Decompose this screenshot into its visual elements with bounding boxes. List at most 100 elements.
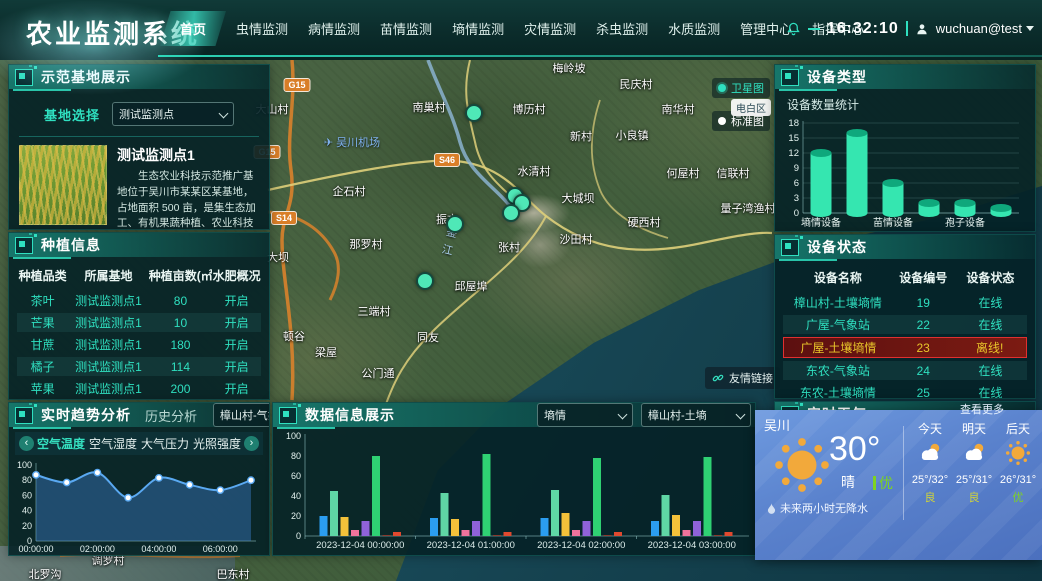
device-row[interactable]: 广屋-气象站22在线 <box>783 315 1027 334</box>
cell: 测试监测点1 <box>68 292 149 309</box>
nav-item-水质监测[interactable]: 水质监测 <box>658 11 730 46</box>
see-more-link[interactable]: 查看更多 <box>960 401 1004 417</box>
nav-right: 16:32:10 wuchuan@test <box>786 0 1034 57</box>
device-row[interactable]: 东农-土壤墒情25在线 <box>783 383 1027 399</box>
map-label-同友: 同友 <box>417 329 439 345</box>
svg-text:苗情设备: 苗情设备 <box>873 216 913 229</box>
data-bar-chart: 0204060801002023-12-04 00:00:002023-12-0… <box>277 430 751 552</box>
nav-item-杀虫监测[interactable]: 杀虫监测 <box>586 11 658 46</box>
device-row[interactable]: 樟山村-土壤墒情19在线 <box>783 293 1027 312</box>
nav-item-苗情监测[interactable]: 苗情监测 <box>370 11 442 46</box>
map-label-张村: 张村 <box>498 239 520 255</box>
planting-table: 种植品类所属基地种植亩数(㎡)水肥概况茶叶测试监测点180开启芒果测试监测点11… <box>9 257 269 398</box>
map-label-梅岭坡: 梅岭坡 <box>553 60 586 76</box>
site-marker-4[interactable] <box>502 204 520 222</box>
column-header: 设备名称 <box>783 269 893 286</box>
cell: 200 <box>149 382 212 396</box>
cell: 东农-土壤墒情 <box>783 384 893 399</box>
tab-空气温度[interactable]: 空气温度 <box>36 435 86 452</box>
cell: 25 <box>893 386 954 400</box>
nav-item-病情监测[interactable]: 病情监测 <box>298 11 370 46</box>
svg-text:6: 6 <box>794 178 799 189</box>
map-label-南巢村: 南巢村 <box>413 99 446 115</box>
friend-links-button[interactable]: 友情链接 <box>705 367 780 389</box>
table-row[interactable]: 甘蔗测试监测点1180开启 <box>17 335 261 354</box>
panel-header: 设备类型 <box>775 65 1035 89</box>
tabs-right-arrow[interactable]: › <box>244 436 259 451</box>
panel-title: 设备状态 <box>807 237 867 257</box>
friend-links-label: 友情链接 <box>729 370 773 386</box>
column-header: 设备状态 <box>954 269 1027 286</box>
data-type-select[interactable]: 墒情 <box>537 403 633 427</box>
bell-icon[interactable] <box>786 21 801 37</box>
map-label-沙田村: 沙田村 <box>560 231 593 247</box>
nav-item-灾情监测[interactable]: 灾情监测 <box>514 11 586 46</box>
column-header: 种植亩数(㎡) <box>149 267 212 284</box>
air-quality: 优 <box>873 473 893 493</box>
air-quality-bar <box>873 476 876 490</box>
forecast-temps: 25°/32° <box>912 474 948 486</box>
site-marker-1[interactable] <box>465 104 483 122</box>
trend-line-chart: 02040608010000:00:0002:00:0004:00:0006:0… <box>9 457 259 555</box>
table-row[interactable]: 芒果测试监测点110开启 <box>17 313 261 332</box>
data-station-select[interactable]: 樟山村-土墒 <box>641 403 751 427</box>
panel-header: 实时趋势分析 历史分析 樟山村-气象 <box>9 403 269 427</box>
tabs-left-arrow[interactable]: ‹ <box>19 436 34 451</box>
cell: 开启 <box>212 336 261 353</box>
map-label-大城坝: 大城坝 <box>562 190 595 206</box>
base-select[interactable]: 测试监测点 <box>112 102 234 126</box>
table-row[interactable]: 茶叶测试监测点180开启 <box>17 291 261 310</box>
table-row[interactable]: 苹果测试监测点1200开启 <box>17 379 261 398</box>
tab-大气压力[interactable]: 大气压力 <box>140 435 190 452</box>
svg-text:80: 80 <box>291 451 301 461</box>
trend-station-value: 樟山村-气象 <box>220 407 270 423</box>
history-link[interactable]: 历史分析 <box>145 406 197 425</box>
droplet-icon <box>767 503 776 514</box>
tab-空气湿度[interactable]: 空气湿度 <box>88 435 138 452</box>
svg-text:3: 3 <box>794 193 799 204</box>
map-label-大坝: 大坝 <box>267 249 289 265</box>
cell: 19 <box>893 296 954 310</box>
panel-corner-icon <box>15 237 33 254</box>
cell: 测试监测点1 <box>68 380 149 397</box>
svg-text:墒情设备: 墒情设备 <box>801 216 841 229</box>
map-label-信联村: 信联村 <box>717 165 750 181</box>
cell: 114 <box>149 360 212 374</box>
cell: 80 <box>149 294 212 308</box>
svg-text:100: 100 <box>17 460 32 470</box>
svg-text:2023-12-04 00:00:00: 2023-12-04 00:00:00 <box>316 540 404 551</box>
map-label-企石村: 企石村 <box>333 183 366 199</box>
panel-corner-icon <box>781 69 799 86</box>
map-label-三端村: 三端村 <box>358 303 391 319</box>
cell: 离线! <box>953 339 1026 356</box>
nav-item-墒情监测[interactable]: 墒情监测 <box>442 11 514 46</box>
data-type-value: 墒情 <box>544 407 566 423</box>
map-label-那罗村: 那罗村 <box>350 236 383 252</box>
device-row[interactable]: 东农-气象站24在线 <box>783 361 1027 380</box>
nav-item-首页[interactable]: 首页 <box>160 11 226 46</box>
radio-unselected-icon <box>718 117 726 125</box>
user-menu[interactable]: wuchuan@test <box>936 21 1034 36</box>
nav-item-虫情监测[interactable]: 虫情监测 <box>226 11 298 46</box>
tab-光照强度[interactable]: 光照强度 <box>192 435 242 452</box>
forecast-quality: 良 <box>924 489 935 505</box>
rice-field-photo <box>19 145 107 225</box>
map-label-公门通: 公门通 <box>362 365 395 381</box>
collapse-dash-icon[interactable] <box>808 28 820 30</box>
cell: 开启 <box>212 380 261 397</box>
layer-option-satellite[interactable]: 卫星图 <box>712 78 770 98</box>
map-label-量子湾渔村: 量子湾渔村 <box>721 200 776 216</box>
svg-text:20: 20 <box>22 521 32 531</box>
site-marker-6[interactable] <box>416 272 434 290</box>
column-header: 种植品类 <box>17 267 68 284</box>
svg-text:60: 60 <box>22 490 32 500</box>
device-row[interactable]: 广屋-土壤墒情23离线! <box>783 337 1027 358</box>
table-row[interactable]: 橘子测试监测点1114开启 <box>17 357 261 376</box>
panel-planting-info: 种植信息 种植品类所属基地种植亩数(㎡)水肥概况茶叶测试监测点180开启芒果测试… <box>8 232 270 400</box>
map-label-邱屋埠: 邱屋埠 <box>455 278 488 294</box>
road-badge-S14: S14 <box>271 211 297 225</box>
svg-text:0: 0 <box>296 531 301 541</box>
trend-station-select[interactable]: 樟山村-气象 <box>213 403 270 427</box>
panel-corner-icon <box>781 239 799 256</box>
site-marker-5[interactable] <box>446 215 464 233</box>
